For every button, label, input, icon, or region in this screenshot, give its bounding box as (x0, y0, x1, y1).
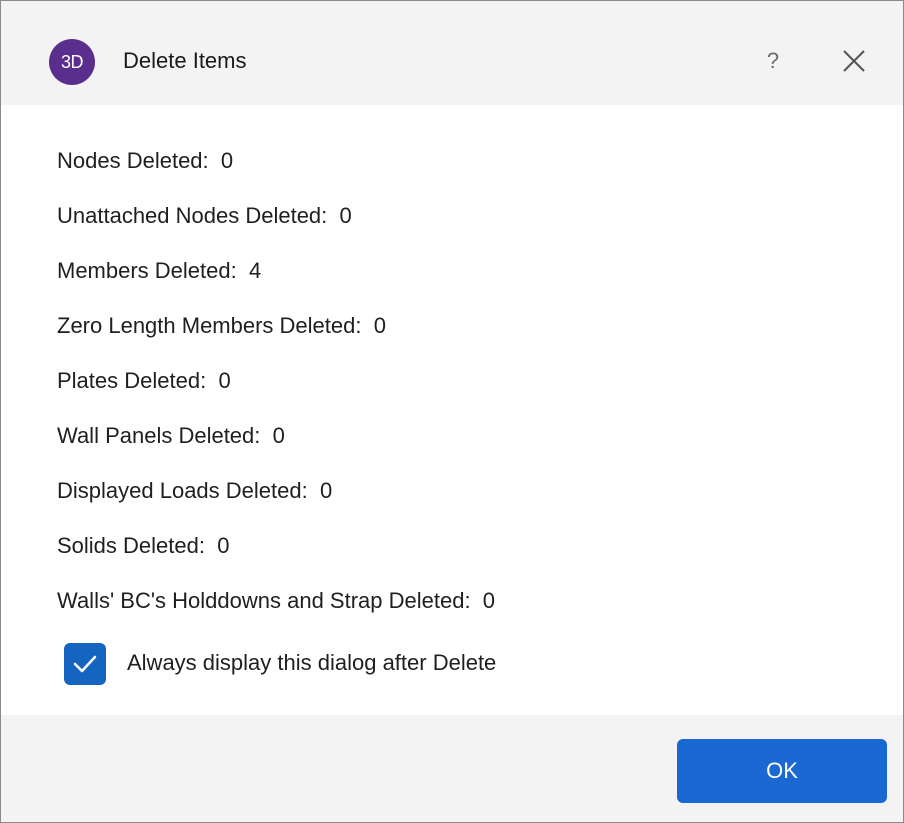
app-3d-icon: 3D (49, 39, 95, 85)
stat-value: 0 (339, 203, 352, 228)
stat-value: 0 (373, 313, 386, 338)
stat-label: Wall Panels Deleted: (57, 423, 261, 448)
ok-button[interactable]: OK (677, 739, 887, 803)
always-display-label[interactable]: Always display this dialog after Delete (127, 649, 496, 677)
stat-value: 0 (218, 368, 231, 393)
help-button[interactable]: ? (753, 43, 793, 79)
stat-zero-length-members-deleted: Zero Length Members Deleted: 0 (57, 312, 386, 340)
stat-value: 0 (217, 533, 230, 558)
stat-value: 0 (220, 148, 234, 173)
stat-label: Unattached Nodes Deleted: (57, 203, 328, 228)
close-button[interactable] (831, 41, 875, 81)
stat-plates-deleted: Plates Deleted: 0 (57, 367, 231, 395)
stat-label: Zero Length Members Deleted: (57, 313, 362, 338)
stat-unattached-nodes-deleted: Unattached Nodes Deleted: 0 (57, 202, 352, 230)
stat-wall-panels-deleted: Wall Panels Deleted: 0 (57, 422, 285, 450)
stat-label: Solids Deleted: (57, 533, 205, 558)
stat-label: Walls' BC's Holddowns and Strap Deleted: (57, 588, 471, 613)
stat-displayed-loads-deleted: Displayed Loads Deleted: 0 (57, 477, 332, 505)
stat-value: 4 (248, 258, 262, 283)
stat-members-deleted: Members Deleted: 4 (57, 257, 261, 285)
stat-walls-holddowns-strap-deleted: Walls' BC's Holddowns and Strap Deleted:… (57, 587, 495, 615)
close-icon (843, 50, 865, 72)
stat-solids-deleted: Solids Deleted: 0 (57, 532, 229, 560)
stat-label: Members Deleted: (57, 258, 237, 283)
delete-items-dialog: 3D Delete Items ? Nodes Deleted: 0 Unatt… (0, 0, 904, 823)
dialog-title: Delete Items (123, 48, 247, 73)
title-bar: 3D Delete Items ? (1, 1, 903, 105)
stat-value: 0 (319, 478, 333, 503)
stat-label: Displayed Loads Deleted: (57, 478, 308, 503)
stat-label: Nodes Deleted: (57, 148, 209, 173)
stat-label: Plates Deleted: (57, 368, 207, 393)
checkmark-icon (73, 655, 97, 673)
stat-value: 0 (272, 423, 285, 448)
dialog-content: Nodes Deleted: 0 Unattached Nodes Delete… (1, 105, 903, 715)
stat-value: 0 (482, 588, 496, 613)
always-display-checkbox[interactable] (64, 643, 106, 685)
stat-nodes-deleted: Nodes Deleted: 0 (57, 147, 233, 175)
dialog-footer: OK (1, 715, 903, 822)
